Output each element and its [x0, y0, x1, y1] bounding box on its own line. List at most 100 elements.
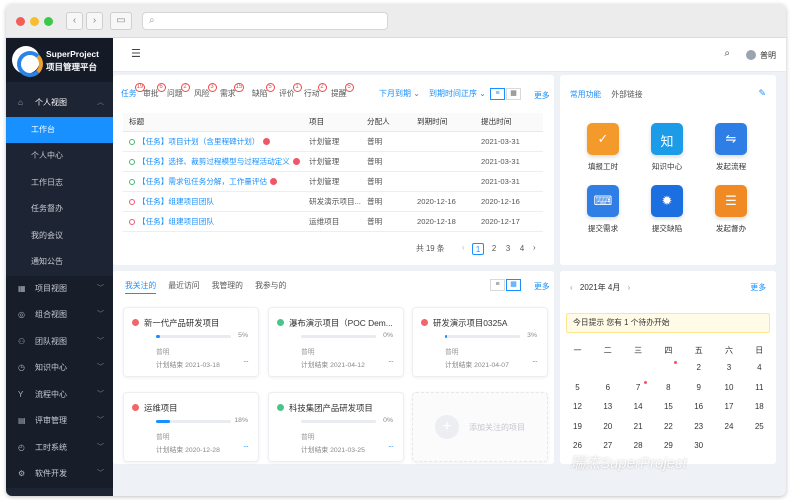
project-name[interactable]: 运维项目: [132, 402, 178, 414]
tab-recent[interactable]: 最近访问: [168, 281, 199, 290]
calendar-day[interactable]: 13: [592, 402, 623, 411]
calendar-day[interactable]: 8: [653, 383, 684, 392]
tab-6[interactable]: 评价 1: [279, 83, 302, 99]
calendar-day[interactable]: 10: [714, 383, 745, 392]
sidebar-group-team[interactable]: ⚇ 团队视图 ﹀: [6, 328, 113, 355]
calendar-day[interactable]: 7: [623, 383, 654, 392]
user-menu[interactable]: 普明: [746, 50, 776, 61]
calendar-day[interactable]: 21: [623, 422, 654, 431]
more-actions-icon[interactable]: ···: [532, 357, 538, 366]
table-row[interactable]: 【任务】项目计划（含里程碑计划） 计划管理 普明 2021-03-31: [123, 131, 543, 152]
table-row[interactable]: 【任务】需求包任务分解，工作量评估 计划管理 普明 2021-03-31: [123, 171, 543, 192]
project-card[interactable]: 瀑布演示项目（POC Dem... 0% 普明 计划结束 2021-04-12 ···: [268, 307, 404, 377]
calendar-day[interactable]: 17: [714, 402, 745, 411]
calendar-day[interactable]: 3: [714, 363, 745, 372]
grid-view-toggle[interactable]: ▦: [506, 88, 521, 100]
sidebar-group-timesheet[interactable]: ◴ 工时系统 ﹀: [6, 434, 113, 461]
page-1[interactable]: 1: [472, 243, 484, 255]
search-icon[interactable]: ⌕: [724, 48, 730, 59]
calendar-day[interactable]: 29: [653, 441, 684, 450]
column-header-due[interactable]: 到期时间: [417, 113, 481, 132]
calendar-day[interactable]: 28: [623, 441, 654, 450]
next-page-button[interactable]: ›: [533, 243, 536, 252]
task-title-link[interactable]: 【任务】需求包任务分解，工作量评估: [138, 177, 267, 186]
tab-1[interactable]: 审批 6: [143, 83, 166, 99]
tasks-more-link[interactable]: 更多: [534, 90, 550, 101]
task-project-link[interactable]: 运维项目: [309, 211, 367, 232]
calendar-day[interactable]: 23: [683, 422, 714, 431]
calendar-day[interactable]: 4: [744, 363, 775, 372]
task-project-link[interactable]: 研发演示项目...: [309, 191, 367, 212]
quick-link-3[interactable]: ⌨ 提交需求: [578, 185, 628, 234]
calendar-day[interactable]: 16: [683, 402, 714, 411]
page-2[interactable]: 2: [488, 243, 500, 255]
next-month-button[interactable]: ›: [628, 283, 631, 292]
tab-8[interactable]: 提醒 5: [331, 83, 354, 99]
edit-icon[interactable]: ✎: [758, 88, 766, 99]
sidebar-group-workflow[interactable]: Y 流程中心 ﹀: [6, 381, 113, 408]
project-card[interactable]: 运维项目 18% 普明 计划结束 2020-12-28 ···: [123, 392, 259, 462]
tab-external-links[interactable]: 外部链接: [611, 90, 642, 99]
calendar-day[interactable]: 5: [562, 383, 593, 392]
calendar-day[interactable]: 26: [562, 441, 593, 450]
calendar-day[interactable]: 27: [592, 441, 623, 450]
calendar-day[interactable]: 22: [653, 422, 684, 431]
back-button[interactable]: ‹: [66, 12, 83, 30]
sidebar-group-portfolio[interactable]: ◎ 组合视图 ﹀: [6, 302, 113, 329]
list-view-toggle[interactable]: ≡: [490, 279, 505, 291]
sidebar-group-software-dev[interactable]: ⚙ 软件开发 ﹀: [6, 461, 113, 488]
prev-page-button[interactable]: ‹: [462, 243, 465, 252]
tab-managed[interactable]: 我管理的: [212, 281, 243, 290]
address-bar[interactable]: ⌕: [142, 12, 388, 30]
project-card[interactable]: 新一代产品研发项目 5% 普明 计划结束 2021-03-18 ···: [123, 307, 259, 377]
column-header-project[interactable]: 项目: [309, 113, 367, 132]
calendar-day[interactable]: 2: [683, 363, 714, 372]
calendar-day[interactable]: 19: [562, 422, 593, 431]
sidebar-group-knowledge[interactable]: ◷ 知识中心 ﹀: [6, 355, 113, 382]
sort-dropdown[interactable]: 到期时间正序 ⌄: [429, 88, 486, 99]
grid-view-toggle[interactable]: ▦: [506, 279, 521, 291]
add-followed-project-card[interactable]: + 添加关注的项目: [412, 392, 548, 462]
tab-4[interactable]: 需求 15: [220, 83, 245, 99]
calendar-day[interactable]: 25: [744, 422, 775, 431]
brand-logo[interactable]: SuperProject 项目管理平台: [6, 38, 113, 82]
table-row[interactable]: 【任务】组建项目团队 研发演示项目... 普明 2020-12-16 2020-12-1…: [123, 191, 543, 212]
calendar-day[interactable]: 15: [653, 402, 684, 411]
quick-link-1[interactable]: 知知识中心: [642, 123, 692, 172]
projects-more-link[interactable]: 更多: [534, 281, 550, 292]
tab-participated[interactable]: 我参与的: [255, 281, 286, 290]
project-name[interactable]: 研发演示项目0325A: [421, 317, 507, 329]
task-title-link[interactable]: 【任务】组建项目团队: [138, 217, 214, 226]
calendar-day[interactable]: 6: [592, 383, 623, 392]
sidebar-item-personal-center[interactable]: 个人中心: [6, 143, 113, 170]
more-actions-icon[interactable]: ···: [388, 442, 394, 451]
sidebar-item-meetings[interactable]: 我的会议: [6, 222, 113, 249]
task-title-link[interactable]: 【任务】组建项目团队: [138, 197, 214, 206]
list-view-toggle[interactable]: ≡: [490, 88, 505, 100]
sidebar-toggle-button[interactable]: ▭: [110, 12, 132, 30]
task-project-link[interactable]: 计划管理: [309, 151, 367, 172]
more-actions-icon[interactable]: ···: [243, 357, 249, 366]
sidebar-item-notices[interactable]: 通知公告: [6, 249, 113, 276]
page-3[interactable]: 3: [502, 243, 514, 255]
calendar-day[interactable]: 20: [592, 422, 623, 431]
project-name[interactable]: 科技集团产品研发项目: [277, 402, 373, 414]
project-name[interactable]: 瀑布演示项目（POC Dem...: [277, 317, 393, 329]
quick-link-2[interactable]: ⇋ 发起流程: [706, 123, 756, 172]
sidebar-item-task-supervise[interactable]: 任务督办: [6, 196, 113, 223]
table-row[interactable]: 【任务】组建项目团队 运维项目 普明 2020-12-18 2020-12-17: [123, 211, 543, 232]
forward-button[interactable]: ›: [86, 12, 103, 30]
tab-5[interactable]: 缺陷 5: [252, 83, 275, 99]
close-window-button[interactable]: [16, 17, 25, 26]
menu-collapse-icon[interactable]: ☰: [131, 47, 141, 60]
more-actions-icon[interactable]: ···: [243, 442, 249, 451]
task-title-link[interactable]: 【任务】项目计划（含里程碑计划）: [138, 137, 260, 146]
task-project-link[interactable]: 计划管理: [309, 171, 367, 192]
quick-link-5[interactable]: ☰ 发起督办: [706, 185, 756, 234]
column-header-title[interactable]: 标题: [123, 113, 309, 132]
tab-3[interactable]: 风险 3: [194, 83, 217, 99]
maximize-window-button[interactable]: [44, 17, 53, 26]
quick-link-4[interactable]: ✹ 提交缺陷: [642, 185, 692, 234]
calendar-more-link[interactable]: 更多: [750, 282, 766, 293]
table-row[interactable]: 【任务】选择、裁剪过程模型与过程活动定义 计划管理 普明 2021-03-31: [123, 151, 543, 172]
